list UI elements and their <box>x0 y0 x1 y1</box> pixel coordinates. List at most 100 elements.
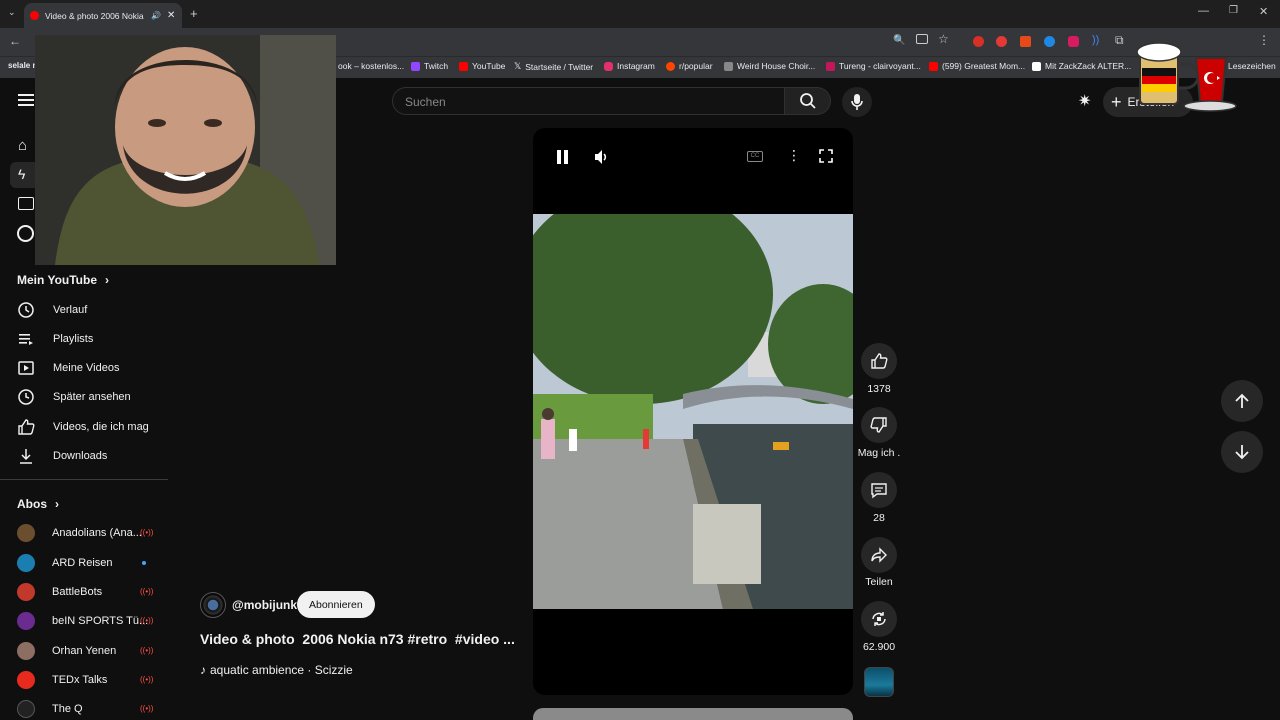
sidebar-sub-label: Orhan Yenen <box>52 645 117 657</box>
sidebar-item-label: Playlists <box>53 333 94 345</box>
bookmark-label: Instagram <box>617 61 655 71</box>
bookmark-item[interactable]: Mit ZackZack ALTER... <box>1032 61 1131 71</box>
sidebar-sub-label: Anadolians (Ana... <box>52 527 142 539</box>
more-options-icon[interactable]: ⋮ <box>787 147 801 164</box>
sidebar-sub-item[interactable]: ARD Reisen <box>17 554 113 572</box>
home-icon[interactable]: ⌂ <box>18 137 27 154</box>
menu-icon[interactable] <box>18 93 34 112</box>
like-button[interactable] <box>861 343 897 379</box>
extension-5-icon[interactable] <box>1068 36 1079 47</box>
subscriptions-header[interactable]: Abos › <box>17 497 59 511</box>
captions-icon[interactable]: CC <box>747 151 763 162</box>
bookmark-item[interactable]: Weird House Choir... <box>724 61 815 71</box>
bookmark-label: Mit ZackZack ALTER... <box>1045 61 1132 71</box>
extension-1-icon[interactable] <box>973 36 984 47</box>
comments-button[interactable] <box>861 472 897 508</box>
next-short-button[interactable] <box>1221 431 1263 473</box>
bookmark-item[interactable]: Twitch <box>411 61 448 71</box>
x-twitter-icon: 𝕏 <box>514 61 522 71</box>
bookmark-label: YouTube <box>472 61 506 71</box>
extension-3-icon[interactable] <box>1020 36 1031 47</box>
pause-icon[interactable] <box>557 150 569 169</box>
channel-name[interactable]: @mobijunk <box>232 598 297 612</box>
install-app-icon[interactable] <box>916 34 928 44</box>
bookmark-item[interactable]: 𝕏 Startseite / Twitter <box>514 61 593 72</box>
channel-avatar[interactable] <box>200 592 226 618</box>
thumbs-down-icon <box>870 417 887 433</box>
sidebar-sub-item[interactable]: TEDx Talks <box>17 671 107 689</box>
sound-thumbnail[interactable] <box>864 667 894 697</box>
sidebar-item-liked-videos[interactable]: Videos, die ich mag <box>17 418 149 436</box>
volume-icon[interactable] <box>594 149 610 170</box>
tab-close-icon[interactable]: ✕ <box>167 10 175 21</box>
window-close-icon[interactable]: ✕ <box>1259 5 1268 18</box>
bookmark-item[interactable]: ook – kostenlos... <box>338 61 404 71</box>
webcam-overlay <box>35 35 336 265</box>
live-indicator-icon: ((•)) <box>140 616 154 625</box>
voice-search-button[interactable] <box>842 87 872 117</box>
video-frame <box>533 214 853 609</box>
bookmark-star-icon[interactable]: ☆ <box>938 32 949 46</box>
subscriptions-icon[interactable] <box>18 197 34 210</box>
extension-2-icon[interactable] <box>996 36 1007 47</box>
sidebar-sub-item[interactable]: BattleBots <box>17 583 102 601</box>
bookmark-item[interactable]: Tureng - clairvoyant... <box>826 61 921 71</box>
back-icon[interactable]: ← <box>9 34 21 48</box>
short-title[interactable]: Video & photo 2006 Nokia n73 #retro #vid… <box>200 631 515 647</box>
avatar <box>17 554 35 572</box>
you-icon[interactable] <box>17 225 34 242</box>
subscribe-button[interactable]: Abonnieren <box>297 591 375 618</box>
remix-count: 62.900 <box>862 641 896 653</box>
avatar <box>17 642 35 660</box>
search-icon <box>799 93 816 109</box>
sidebar-sub-item[interactable]: beIN SPORTS Tü... <box>17 612 148 630</box>
sidebar-sub-item[interactable]: Orhan Yenen <box>17 642 116 660</box>
share-label: Teilen <box>865 576 893 588</box>
extension-6-icon[interactable]: )) <box>1092 34 1099 46</box>
bookmark-item[interactable]: YouTube <box>459 61 505 71</box>
next-short-preview[interactable] <box>533 708 853 720</box>
dislike-button[interactable] <box>861 407 897 443</box>
sidebar-sub-label: beIN SPORTS Tü... <box>52 615 149 627</box>
bookmark-item[interactable]: Instagram <box>604 61 655 71</box>
sidebar-item-my-videos[interactable]: Meine Videos <box>17 359 119 377</box>
music-label: aquatic ambience · Scizzie <box>210 663 353 677</box>
bookmark-label: ook – kostenlos... <box>338 61 405 71</box>
bookmark-item[interactable]: selale n <box>8 61 37 70</box>
search-input[interactable]: Suchen <box>392 87 785 115</box>
browser-tab[interactable]: Video & photo 2006 Nokia 🔊 ✕ <box>24 3 182 28</box>
fullscreen-icon[interactable] <box>819 149 833 168</box>
previous-short-button[interactable] <box>1221 380 1263 422</box>
bookmark-item[interactable]: r/popular <box>666 61 713 71</box>
extension-4-icon[interactable] <box>1044 36 1055 47</box>
zoom-icon[interactable]: 🔍 <box>893 35 905 46</box>
live-indicator-icon: ((•)) <box>140 646 154 655</box>
search-button[interactable] <box>785 87 831 115</box>
sidebar-sub-item[interactable]: The Q <box>17 700 83 718</box>
live-indicator-icon: ((•)) <box>140 587 154 596</box>
my-youtube-header[interactable]: Mein YouTube › <box>17 273 109 287</box>
live-indicator-icon: ((•)) <box>140 704 154 713</box>
studio-icon[interactable]: ✷ <box>1078 91 1091 111</box>
sidebar-sub-item[interactable]: Anadolians (Ana... <box>17 524 142 542</box>
sidebar-item-watch-later[interactable]: Später ansehen <box>17 388 131 406</box>
sidebar-item-downloads[interactable]: Downloads <box>17 447 107 465</box>
new-tab-icon[interactable]: + <box>190 6 198 21</box>
remix-button[interactable] <box>861 601 897 637</box>
music-info[interactable]: ♪ aquatic ambience · Scizzie <box>200 663 353 677</box>
stream-overlay-mugs <box>1134 36 1244 116</box>
bookmark-item[interactable]: (599) Greatest Mom... <box>929 61 1025 71</box>
short-video-player[interactable]: CC ⋮ <box>533 128 853 695</box>
sidebar-item-history[interactable]: Verlauf <box>17 301 87 319</box>
audio-icon[interactable]: 🔊 <box>151 11 161 20</box>
share-button[interactable] <box>861 537 897 573</box>
minimize-icon[interactable]: — <box>1198 5 1209 17</box>
instagram-icon <box>604 61 613 71</box>
restore-icon[interactable]: ❐ <box>1229 5 1238 16</box>
reddit-icon <box>666 61 675 71</box>
browser-menu-icon[interactable]: ⋮ <box>1258 33 1270 47</box>
sidebar-item-label: Meine Videos <box>53 362 120 374</box>
sidebar-item-playlists[interactable]: Playlists <box>17 330 93 348</box>
tab-list-icon[interactable]: ⌄ <box>8 7 20 19</box>
extensions-puzzle-icon[interactable]: ⧉ <box>1115 33 1124 48</box>
